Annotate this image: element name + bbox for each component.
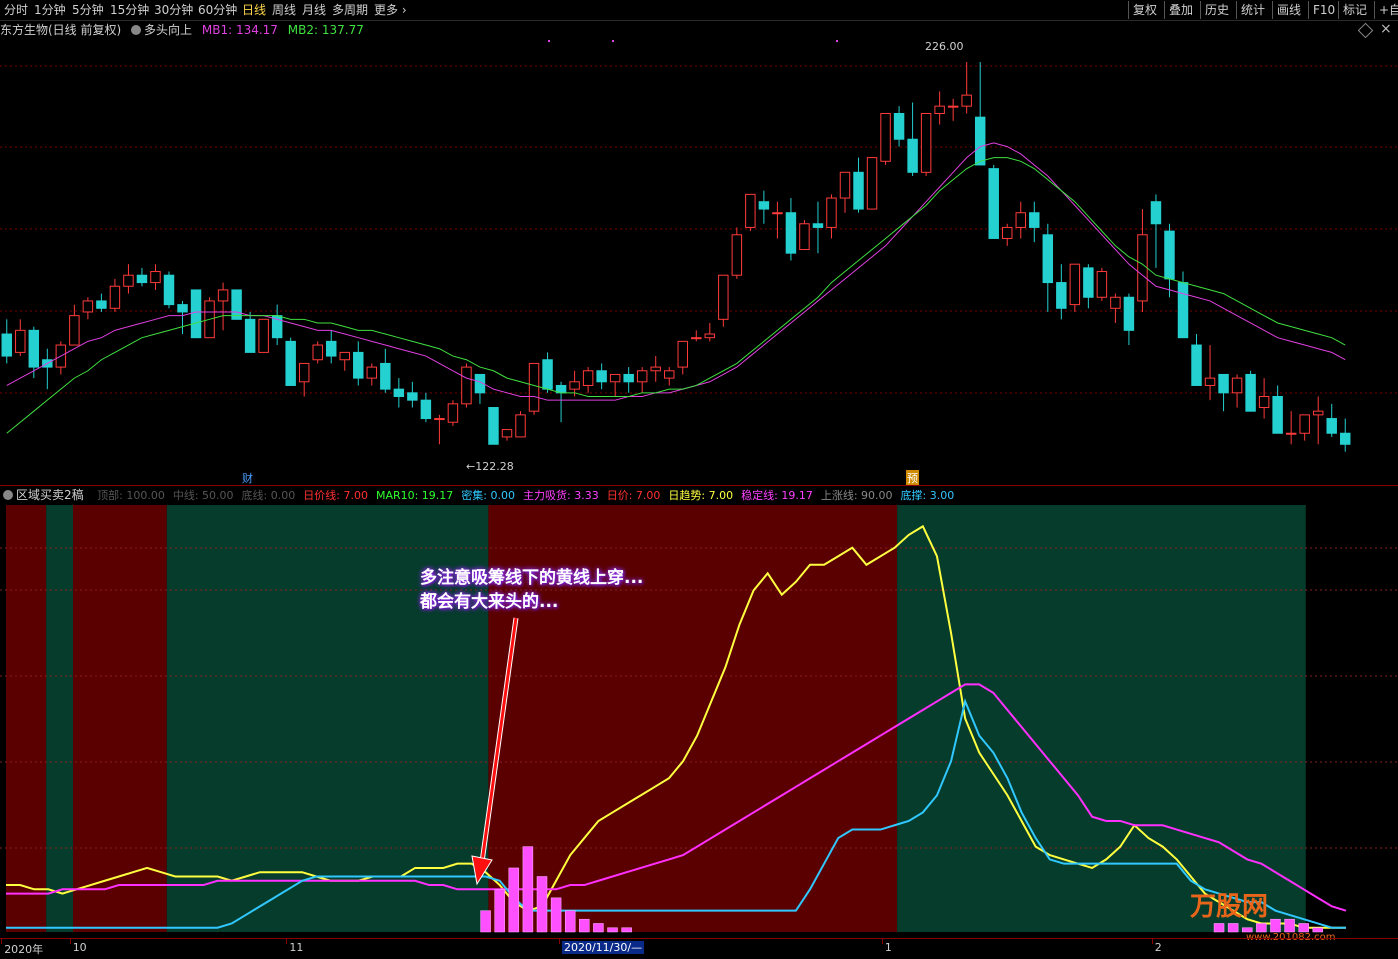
annotation-line-1: 多注意吸筹线下的黄线上穿... xyxy=(420,568,644,588)
indicator-chart xyxy=(0,505,1398,933)
accum-bar-91 xyxy=(1284,918,1295,933)
date-label-3: 2020/11/30/— xyxy=(561,941,645,954)
date-tick-0 xyxy=(1,939,3,944)
date-tick-5 xyxy=(1151,939,1153,944)
accum-bar-87 xyxy=(1227,923,1239,933)
date-label-1: 10 xyxy=(72,941,87,954)
accum-bar-90 xyxy=(1270,918,1281,933)
accum-bar-40 xyxy=(564,910,576,933)
date-axis: 2020年 10 11 2020/11/30/— 1 2 xyxy=(0,938,1398,959)
zone-0 xyxy=(6,505,47,932)
accum-bar-43 xyxy=(607,927,618,933)
accum-bar-44 xyxy=(621,927,632,933)
date-label-0: 2020年 xyxy=(4,943,44,956)
accum-bar-35 xyxy=(494,889,505,933)
accum-bar-42 xyxy=(593,923,604,933)
date-tick-2 xyxy=(286,939,288,944)
zone-5 xyxy=(897,505,1306,932)
accum-bar-39 xyxy=(550,897,562,933)
date-tick-1 xyxy=(69,939,71,944)
accum-bar-34 xyxy=(480,910,491,933)
watermark-brand: 万股网 xyxy=(1190,892,1269,922)
annotation-line-2: 都会有大来头的... xyxy=(420,592,559,612)
accum-bar-89 xyxy=(1256,923,1267,933)
accum-bar-37 xyxy=(522,846,534,933)
date-label-5: 2 xyxy=(1154,941,1162,954)
date-tick-4 xyxy=(881,939,883,944)
annotation-text: 多注意吸筹线下的黄线上穿... 都会有大来头的... xyxy=(420,566,643,614)
zone-2 xyxy=(73,505,167,932)
date-label-2: 11 xyxy=(289,941,304,954)
accum-bar-38 xyxy=(536,876,548,933)
accum-bar-86 xyxy=(1213,923,1225,933)
accum-bar-41 xyxy=(579,918,590,933)
date-tick-3 xyxy=(558,939,560,944)
accum-bar-36 xyxy=(508,867,520,933)
date-label-4: 1 xyxy=(884,941,892,954)
zone-1 xyxy=(46,505,73,932)
accum-bar-92 xyxy=(1298,923,1309,933)
